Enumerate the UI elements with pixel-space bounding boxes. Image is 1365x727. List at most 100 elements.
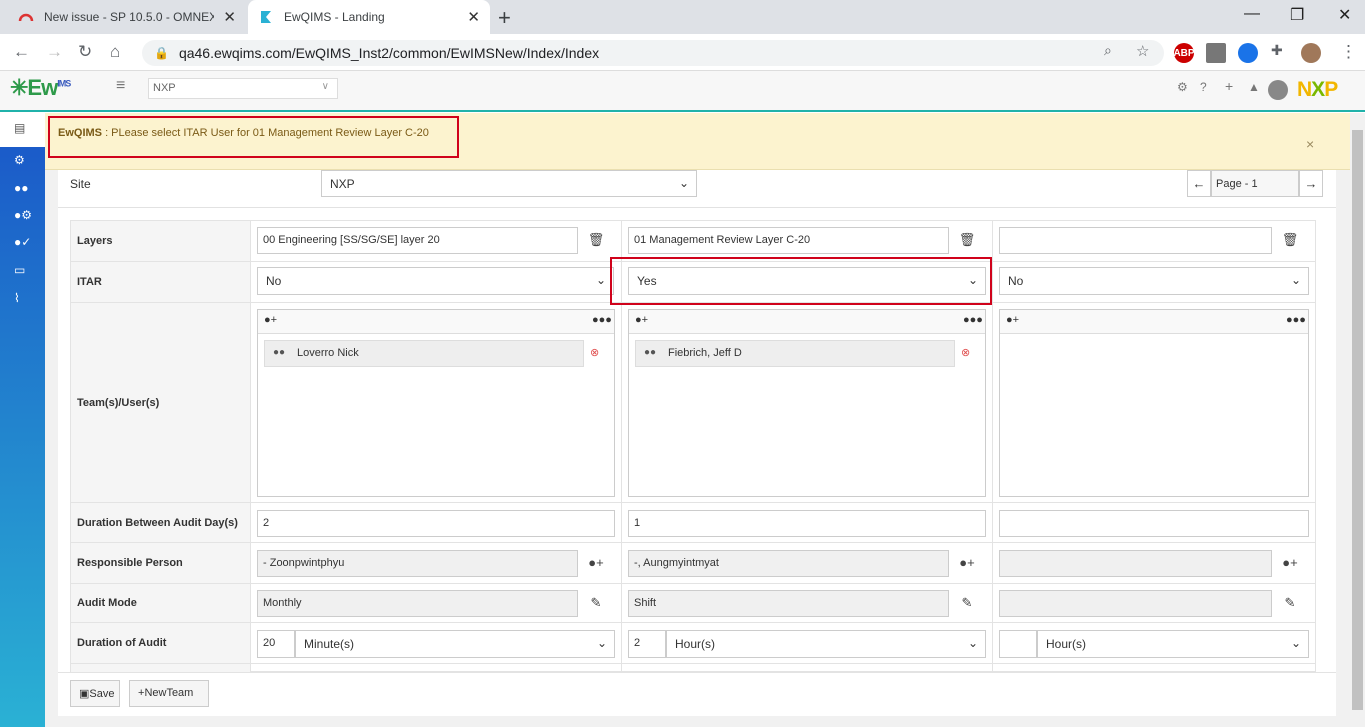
forward-icon[interactable]: → (46, 42, 63, 62)
alert-close-icon[interactable]: × (1306, 136, 1314, 152)
bell-icon[interactable]: ▲ (1248, 80, 1260, 94)
add-team-icon[interactable]: ●●● (963, 314, 983, 326)
user-settings-icon[interactable]: ●⚙ (14, 208, 32, 222)
team-member-name: Fiebrich, Jeff D (668, 347, 742, 359)
ewqims-favicon-icon (258, 9, 274, 25)
chart-icon[interactable]: ⌇ (14, 291, 20, 305)
grid-divider (992, 221, 993, 672)
help-icon[interactable]: ? (1200, 80, 1207, 94)
next-page-button[interactable]: → (1299, 170, 1323, 197)
save-button[interactable]: ▣Save (70, 680, 120, 707)
profile-avatar[interactable] (1301, 43, 1321, 63)
app-logo[interactable]: ✳EwIMS (10, 75, 71, 101)
hamburger-menu-icon[interactable]: ≡ (116, 77, 125, 95)
window-close-icon[interactable]: ✕ (1338, 5, 1351, 25)
user-avatar[interactable] (1268, 80, 1288, 100)
row-label-layers: Layers (71, 221, 250, 262)
new-team-label: NewTeam (144, 687, 194, 699)
scrollbar-thumb[interactable] (1352, 130, 1363, 710)
responsible-person-field (999, 550, 1272, 577)
tab-title: New issue - SP 10.5.0 - OMNEX I! (44, 10, 214, 24)
duration-value-field[interactable]: 2 (628, 630, 666, 658)
close-icon[interactable]: ✕ (223, 8, 236, 26)
trash-icon[interactable]: 🗑 (583, 227, 609, 253)
duration-unit-select[interactable]: Hour(s) ⌄ (1037, 630, 1309, 658)
prev-page-button[interactable]: ← (1187, 170, 1211, 197)
document-extension-icon[interactable] (1206, 43, 1226, 63)
select-person-icon[interactable]: ●+ (583, 550, 609, 576)
duration-unit-select[interactable]: Hour(s) ⌄ (666, 630, 986, 658)
duration-value-field[interactable]: 20 (257, 630, 295, 658)
site-selector-top[interactable]: NXP ∨ (148, 78, 338, 99)
minimize-icon[interactable]: — (1244, 5, 1260, 23)
browser-menu-icon[interactable]: ⋮ (1340, 42, 1357, 62)
duration-value-field[interactable] (999, 630, 1037, 658)
add-user-icon[interactable]: ●+ (264, 314, 277, 326)
adblock-icon[interactable]: ABP (1173, 43, 1195, 63)
new-tab-icon[interactable]: + (498, 5, 511, 31)
bookmark-star-icon[interactable]: ☆ (1136, 42, 1149, 60)
restore-icon[interactable]: ❐ (1290, 5, 1304, 25)
trash-icon[interactable]: 🗑 (1277, 227, 1303, 253)
remove-member-icon[interactable]: ⊗ (590, 346, 599, 359)
zoom-icon[interactable]: ⌕ (1104, 42, 1112, 59)
lock-icon: 🔒 (154, 46, 169, 60)
settings-gear-icon[interactable]: ⚙ (1177, 80, 1188, 94)
users-icon: ●● (644, 347, 657, 358)
team-member-item: ●● Loverro Nick (264, 340, 584, 367)
new-team-button[interactable]: +NewTeam (129, 680, 209, 707)
puzzle-icon[interactable]: ✚ (1271, 42, 1283, 59)
layer-name-field[interactable] (999, 227, 1272, 254)
home-icon[interactable]: ⌂ (110, 42, 120, 62)
add-user-icon[interactable]: ●+ (635, 314, 648, 326)
duration-between-field[interactable] (999, 510, 1309, 537)
save-icon: ▣ (79, 688, 90, 700)
alert-message: EwQIMS : PLease select ITAR User for 01 … (58, 127, 429, 139)
user-check-icon[interactable]: ●✓ (14, 235, 31, 249)
team-member-name: Loverro Nick (297, 347, 359, 359)
duration-unit-select[interactable]: Minute(s) ⌄ (295, 630, 615, 658)
row-label-responsible: Responsible Person (71, 543, 250, 584)
edit-icon[interactable]: ✎ (954, 590, 980, 616)
firefox-extension-icon[interactable] (1238, 43, 1258, 63)
tab-new-issue[interactable]: New issue - SP 10.5.0 - OMNEX I! ✕ (8, 0, 246, 34)
duration-between-field[interactable]: 2 (257, 510, 615, 537)
site-select[interactable]: NXP ⌄ (321, 170, 697, 197)
jira-icon (18, 9, 34, 25)
add-team-icon[interactable]: ●●● (1286, 314, 1306, 326)
chevron-down-icon: ⌄ (1290, 273, 1301, 287)
row-label-duration-between: Duration Between Audit Day(s) (71, 503, 250, 543)
add-team-icon[interactable]: ●●● (592, 314, 612, 326)
itar-highlight-box (610, 257, 992, 305)
layer-name-field[interactable]: 01 Management Review Layer C-20 (628, 227, 949, 254)
team-member-item: ●● Fiebrich, Jeff D (635, 340, 955, 367)
url-bar[interactable]: 🔒 qa46.ewqims.com/EwQIMS_Inst2/common/Ew… (142, 40, 1164, 66)
audit-mode-field (999, 590, 1272, 617)
edit-icon[interactable]: ✎ (583, 590, 609, 616)
reload-icon[interactable]: ↻ (78, 42, 92, 62)
layer-name-field[interactable]: 00 Engineering [SS/SG/SE] layer 20 (257, 227, 578, 254)
presentation-icon[interactable]: ▭ (14, 263, 25, 277)
tab-ewqims-landing[interactable]: EwQIMS - Landing ✕ (248, 0, 490, 34)
select-person-icon[interactable]: ●+ (954, 550, 980, 576)
itar-select[interactable]: No ⌄ (999, 267, 1309, 295)
site-selector-top-value: NXP (153, 82, 176, 94)
itar-select[interactable]: No ⌄ (257, 267, 614, 295)
row-divider (250, 663, 1316, 664)
row-divider (250, 583, 1316, 584)
add-user-icon[interactable]: ●+ (1006, 314, 1019, 326)
edit-icon[interactable]: ✎ (1277, 590, 1303, 616)
clipboard-icon[interactable]: ▤ (14, 121, 25, 135)
close-icon[interactable]: ✕ (467, 8, 480, 26)
back-icon[interactable]: ← (13, 42, 30, 62)
add-icon[interactable]: + (1225, 78, 1233, 94)
duration-between-field[interactable]: 1 (628, 510, 986, 537)
itar-select-value: No (1008, 274, 1024, 288)
grid-divider (250, 221, 251, 672)
users-icon[interactable]: ●● (14, 181, 29, 195)
users-icon: ●● (273, 347, 286, 358)
gear-icon[interactable]: ⚙ (14, 153, 25, 167)
trash-icon[interactable]: 🗑 (954, 227, 980, 253)
remove-member-icon[interactable]: ⊗ (961, 346, 970, 359)
select-person-icon[interactable]: ●+ (1277, 550, 1303, 576)
